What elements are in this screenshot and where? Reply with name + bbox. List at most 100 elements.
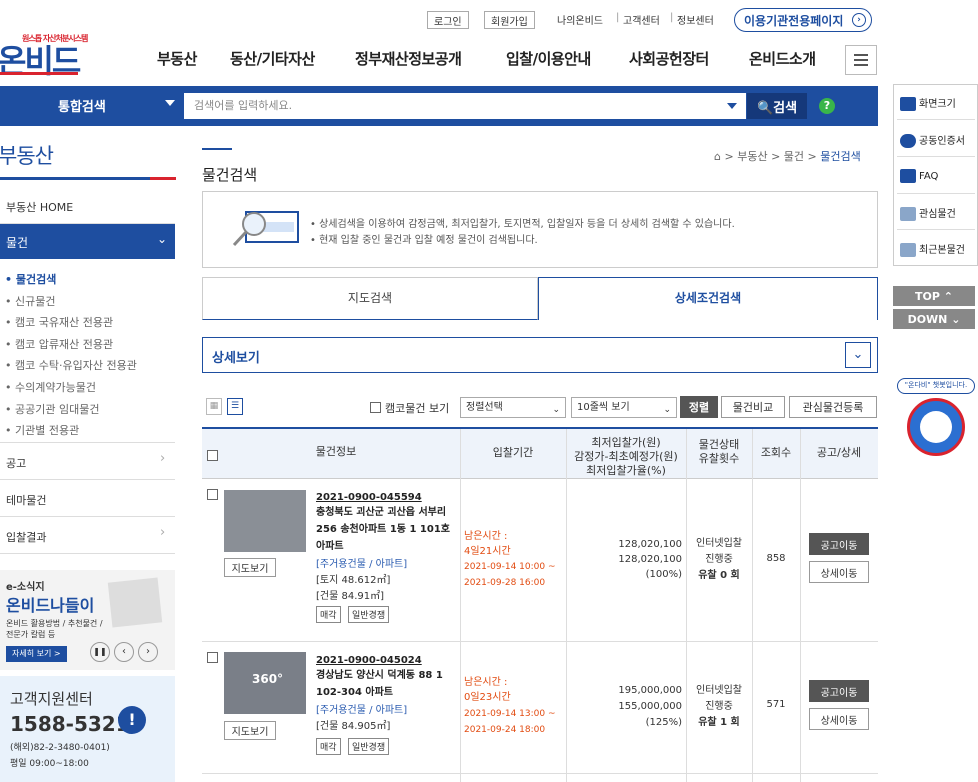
col-notice: 공고/상세 <box>816 446 862 459</box>
gnb-social[interactable]: 사회공헌장터 <box>629 48 709 69</box>
sidebar-sub-item[interactable]: • 캠코 수탁·유입자산 전용관 <box>5 357 137 373</box>
chevron-down-icon[interactable]: ⌄ <box>845 342 871 368</box>
col-status: 물건상태 유찰횟수 <box>686 438 752 466</box>
property-number[interactable]: 2021-0900-045594 <box>316 492 422 503</box>
my-onbid-link[interactable]: 나의온비드 <box>557 12 603 27</box>
sidebar-sub-item[interactable]: • 캠코 국유재산 전용관 <box>5 314 113 330</box>
quick-item-label: FAQ <box>919 171 939 182</box>
quick-item-label: 최근본물건 <box>919 245 965 256</box>
quick-item-faq[interactable]: FAQ <box>900 169 938 183</box>
list-view-icon[interactable]: ☰ <box>227 398 243 415</box>
sidebar-sub-item[interactable]: • 캠코 압류재산 전용관 <box>5 336 113 352</box>
property-address[interactable]: 충청북도 괴산군 괴산읍 서부리 256 송천아파트 1동 1 101호 아파트 <box>316 504 452 555</box>
institution-page-button[interactable]: 이용기관전용페이지 › <box>734 8 872 32</box>
scroll-top-button[interactable]: TOP ⌃ <box>893 286 975 306</box>
compare-button[interactable]: 물건비교 <box>721 396 785 418</box>
banner-more-button[interactable]: 자세히 보기 > <box>6 646 67 662</box>
select-all-checkbox[interactable] <box>207 450 218 461</box>
360-badge: 360° <box>252 672 284 686</box>
gnb-about[interactable]: 온비드소개 <box>749 48 816 69</box>
sidebar-item-results[interactable]: 입찰결과 <box>6 529 46 545</box>
monitor-icon <box>900 243 916 257</box>
login-button[interactable]: 로그인 <box>427 11 469 29</box>
info-center-link[interactable]: 정보센터 <box>677 12 714 27</box>
search-button[interactable]: 🔍검색 <box>747 93 807 119</box>
sidebar-item-theme[interactable]: 테마물건 <box>6 492 46 508</box>
help-icon[interactable]: ? <box>819 98 835 114</box>
sidebar-sub-label: 캠코 압류재산 전용관 <box>15 338 114 351</box>
home-icon[interactable]: ⌂ <box>714 150 721 163</box>
sort-select-value: 정렬선택 <box>466 402 503 413</box>
rows-select[interactable]: 10줄씩 보기 ⌄ <box>571 397 677 418</box>
next-icon[interactable]: › <box>138 642 158 662</box>
support-title: 고객지원센터 <box>10 690 93 708</box>
row-checkbox[interactable] <box>207 652 218 663</box>
map-view-button[interactable]: 지도보기 <box>224 721 276 740</box>
customer-center-link[interactable]: 고객센터 <box>623 12 660 27</box>
col-period: 입찰기간 <box>492 446 534 459</box>
quick-item-favorites[interactable]: 관심물건 <box>900 205 956 221</box>
menu-hamburger-icon[interactable] <box>845 45 877 75</box>
divider <box>897 193 975 194</box>
dropdown-icon[interactable] <box>727 103 737 109</box>
detail-toggle[interactable]: 상세보기 <box>202 337 878 373</box>
sort-button[interactable]: 정렬 <box>680 396 718 418</box>
logo-underline <box>0 72 78 75</box>
breadcrumb-item[interactable]: 부동산 <box>737 150 767 163</box>
building-area: [건물 84.91㎡] <box>316 591 385 602</box>
gnb-movables[interactable]: 동산/기타자산 <box>230 48 315 69</box>
support-overseas: (해외)82-2-3480-0401) <box>10 743 110 753</box>
remaining-time: 0일23시간 <box>464 692 511 703</box>
notice-move-button[interactable]: 공고이동 <box>809 680 869 702</box>
divider <box>150 177 176 180</box>
row-checkbox[interactable] <box>207 489 218 500</box>
add-favorite-button[interactable]: 관심물건등록 <box>789 396 877 418</box>
scroll-down-button[interactable]: DOWN ⌄ <box>893 309 975 329</box>
sort-select[interactable]: 정렬선택 ⌄ <box>460 397 566 418</box>
signup-button[interactable]: 회원가입 <box>484 11 535 29</box>
property-address[interactable]: 경상남도 양산시 덕계동 88 1 102-304 아파트 <box>316 667 452 701</box>
breadcrumb-item[interactable]: 물건 <box>784 150 804 163</box>
chatbot-avatar-icon <box>907 398 965 456</box>
sidebar-sub-item[interactable]: • 신규물건 <box>5 293 55 309</box>
gnb-real-estate[interactable]: 부동산 <box>157 48 197 69</box>
detail-move-button[interactable]: 상세이동 <box>809 561 869 583</box>
sidebar-item-notice[interactable]: 공고 <box>6 455 26 471</box>
gnb-bid-guide[interactable]: 입찰/이용안내 <box>506 48 591 69</box>
pause-icon[interactable]: ❚❚ <box>90 642 110 662</box>
sidebar-sub-item[interactable]: • 기관별 전용관 <box>5 422 79 438</box>
gnb-gov-property[interactable]: 정부재산정보공개 <box>355 48 462 69</box>
detail-move-button[interactable]: 상세이동 <box>809 708 869 730</box>
divider <box>0 553 175 554</box>
divider <box>897 119 975 120</box>
info-text: • 상세검색을 이용하여 감정금액, 최저입찰가, 토지면적, 입찰일자 등을 … <box>310 219 735 230</box>
quick-item-recent[interactable]: 최근본물건 <box>900 241 965 257</box>
newsletter-banner[interactable]: e-소식지 온비드나들이 온비드 활용방법 / 추천물건 / 전문가 칼럼 등 … <box>0 570 175 670</box>
camco-checkbox[interactable] <box>370 402 381 413</box>
onbid-logo[interactable]: 온비드 <box>0 36 81 82</box>
min-bid-price: 195,000,000 <box>618 685 682 696</box>
sidebar-item-items[interactable]: 물건 ⌄ <box>0 224 175 259</box>
chevron-down-icon: ⌄ <box>552 405 560 415</box>
search-input[interactable]: 검색어를 입력하세요. <box>184 93 746 119</box>
sidebar-sub-item[interactable]: • 물건검색 <box>5 271 56 287</box>
tab-map-search[interactable]: 지도검색 <box>202 277 538 320</box>
grid-view-icon[interactable]: ▦ <box>206 398 222 415</box>
quick-item-certificate[interactable]: 공동인증서 <box>900 132 965 148</box>
chatbot-widget[interactable]: "온다비" 챗봇입니다. <box>897 374 975 464</box>
property-thumbnail[interactable] <box>224 490 306 552</box>
prev-icon[interactable]: ‹ <box>114 642 134 662</box>
dropdown-icon[interactable] <box>165 100 175 106</box>
bid-end: 2021-09-24 18:00 <box>464 725 546 735</box>
sidebar-sub-item[interactable]: • 수의계약가능물건 <box>5 379 96 395</box>
notice-move-button[interactable]: 공고이동 <box>809 533 869 555</box>
map-view-button[interactable]: 지도보기 <box>224 558 276 577</box>
property-number[interactable]: 2021-0900-045024 <box>316 655 422 666</box>
property-thumbnail[interactable]: 360° <box>224 652 306 714</box>
bid-type: 인터넷입찰 <box>696 685 742 696</box>
sidebar-item-home[interactable]: 부동산 HOME <box>6 199 73 215</box>
sidebar-sub-item[interactable]: • 공공기관 임대물건 <box>5 401 99 417</box>
search-scope-label[interactable]: 통합검색 <box>58 96 106 115</box>
tab-detail-search[interactable]: 상세조건검색 <box>538 277 878 320</box>
quick-item-font-size[interactable]: 화면크기 <box>900 95 956 111</box>
